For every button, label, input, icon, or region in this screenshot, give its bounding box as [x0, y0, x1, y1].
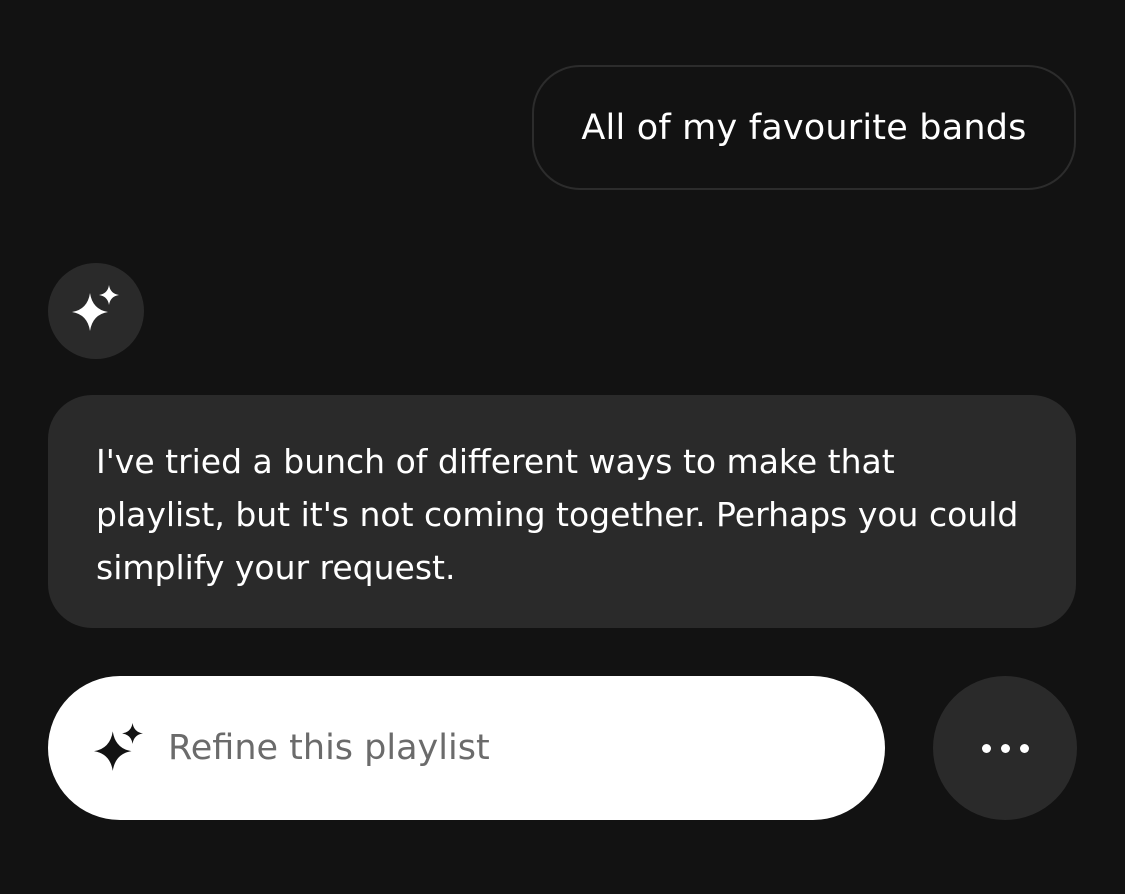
sparkle-icon: [72, 285, 120, 337]
refine-playlist-button[interactable]: Refine this playlist: [48, 676, 885, 820]
assistant-message-text: I've tried a bunch of different ways to …: [96, 442, 1019, 587]
user-message-text: All of my favourite bands: [581, 107, 1027, 148]
more-horizontal-icon: [981, 743, 1029, 753]
refine-playlist-label: Refine this playlist: [168, 728, 490, 768]
more-options-button[interactable]: [933, 676, 1077, 820]
assistant-avatar: [48, 263, 144, 359]
sparkle-icon: [94, 723, 144, 773]
assistant-message-bubble: I've tried a bunch of different ways to …: [48, 395, 1076, 628]
user-message-bubble: All of my favourite bands: [532, 65, 1076, 190]
